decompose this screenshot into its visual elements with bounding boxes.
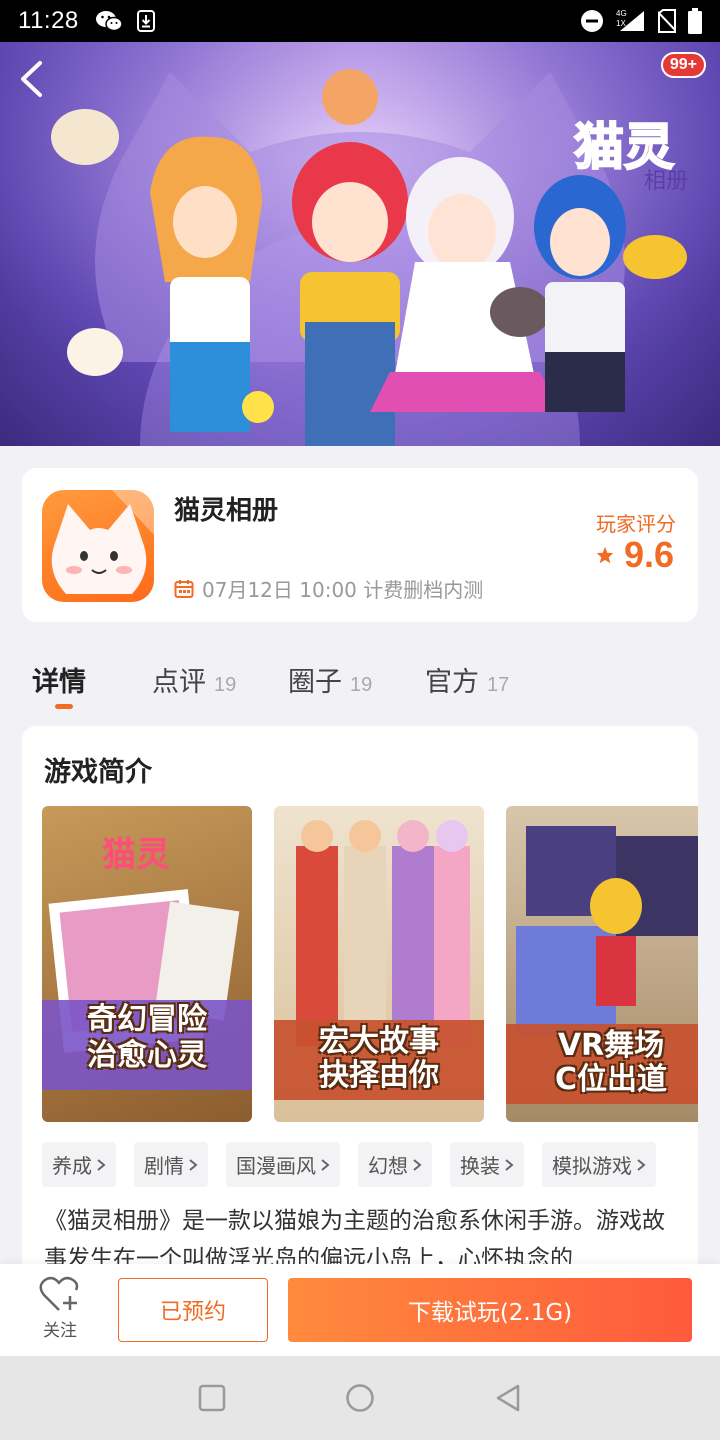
screenshot-caption: VR舞场 bbox=[557, 1028, 665, 1063]
battery-icon bbox=[688, 8, 702, 34]
tab-indicator bbox=[55, 704, 73, 709]
back-arrow-icon bbox=[21, 61, 42, 97]
tab-reviews[interactable]: 点评 19 bbox=[152, 660, 236, 699]
tab-count: 19 bbox=[350, 674, 373, 696]
section-title: 游戏简介 bbox=[44, 757, 152, 788]
detail-tabs: 详情 点评 19 圈子 19 官方 17 bbox=[0, 648, 720, 718]
chevron-right-icon bbox=[505, 1158, 514, 1171]
rating-value: 9.6 bbox=[623, 534, 674, 575]
tab-official[interactable]: 官方 17 bbox=[425, 660, 509, 699]
chevron-right-icon bbox=[413, 1158, 422, 1171]
download-button[interactable]: 下载试玩(2.1G) bbox=[288, 1278, 692, 1342]
tag-label: 养成 bbox=[52, 1154, 92, 1178]
follow-label: 关注 bbox=[43, 1321, 77, 1341]
screenshot-1[interactable]: 猫灵 奇幻冒险 治愈心灵 bbox=[42, 806, 252, 1122]
rating-label: 玩家评分 bbox=[596, 512, 676, 536]
tab-community[interactable]: 圈子 19 bbox=[288, 660, 372, 699]
chevron-right-icon bbox=[189, 1158, 198, 1171]
home-button[interactable] bbox=[344, 1382, 376, 1414]
triangle-back-icon bbox=[496, 1384, 520, 1412]
square-icon bbox=[198, 1384, 226, 1412]
dnd-icon bbox=[580, 9, 604, 33]
hero-banner: 猫灵 相册 99+ bbox=[0, 42, 720, 446]
tab-label: 详情 bbox=[32, 667, 86, 698]
tab-label: 点评 bbox=[152, 667, 206, 698]
status-bar: 11:28 4G 1X bbox=[0, 0, 720, 42]
svg-text:猫灵: 猫灵 bbox=[102, 835, 170, 875]
screenshot-caption: C位出道 bbox=[554, 1062, 668, 1097]
game-title: 猫灵相册 bbox=[174, 496, 279, 526]
tag-item[interactable]: 养成 bbox=[42, 1142, 116, 1187]
screenshot-caption: 宏大故事 bbox=[319, 1024, 439, 1059]
screenshot-caption: 抉择由你 bbox=[319, 1058, 439, 1093]
follow-button[interactable]: 关注 bbox=[30, 1276, 90, 1346]
tag-label: 国漫画风 bbox=[236, 1154, 316, 1178]
tag-item[interactable]: 换装 bbox=[450, 1142, 524, 1187]
test-schedule: 07月12日 10:00 计费删档内测 bbox=[174, 574, 483, 603]
tag-label: 幻想 bbox=[368, 1154, 408, 1178]
tab-details[interactable]: 详情 bbox=[32, 660, 86, 699]
screenshot-2[interactable]: 宏大故事 抉择由你 bbox=[274, 806, 484, 1122]
tag-item[interactable]: 国漫画风 bbox=[226, 1142, 340, 1187]
back-nav-button[interactable] bbox=[492, 1382, 524, 1414]
heart-plus-icon bbox=[39, 1276, 79, 1311]
status-time: 11:28 bbox=[18, 7, 79, 34]
wechat-icon bbox=[95, 9, 123, 33]
tab-label: 圈子 bbox=[288, 667, 342, 698]
no-sim-icon bbox=[658, 9, 676, 33]
screenshot-caption: 奇幻冒险 bbox=[87, 1002, 207, 1037]
tag-label: 模拟游戏 bbox=[552, 1154, 632, 1178]
sim-label: 1X bbox=[616, 19, 626, 28]
chevron-right-icon bbox=[97, 1158, 106, 1171]
notification-badge[interactable]: 99+ bbox=[660, 52, 706, 78]
tab-count: 19 bbox=[214, 674, 237, 696]
logo-text-main: 猫灵 bbox=[574, 118, 674, 176]
rating: 9.6 bbox=[596, 534, 674, 576]
tag-item[interactable]: 模拟游戏 bbox=[542, 1142, 656, 1187]
app-icon bbox=[42, 490, 154, 602]
back-button[interactable] bbox=[18, 60, 62, 104]
star-icon bbox=[596, 546, 614, 564]
tag-item[interactable]: 幻想 bbox=[358, 1142, 432, 1187]
screenshot-3[interactable]: VR舞场 C位出道 bbox=[506, 806, 698, 1122]
chevron-right-icon bbox=[321, 1158, 330, 1171]
circle-icon bbox=[346, 1384, 374, 1412]
chevron-right-icon bbox=[637, 1158, 646, 1171]
tag-list: 养成 剧情 国漫画风 幻想 换装 模拟游戏 bbox=[42, 1142, 656, 1187]
game-info-card: 猫灵相册 07月12日 10:00 计费删档内测 玩家评分 9.6 bbox=[22, 468, 698, 622]
tag-label: 换装 bbox=[460, 1154, 500, 1178]
tag-item[interactable]: 剧情 bbox=[134, 1142, 208, 1187]
download-icon bbox=[136, 10, 155, 32]
screenshot-caption: 治愈心灵 bbox=[87, 1038, 207, 1073]
recent-apps-button[interactable] bbox=[196, 1382, 228, 1414]
logo-text-sub: 相册 bbox=[644, 169, 688, 194]
network-label: 4G bbox=[616, 9, 627, 18]
hero-artwork bbox=[0, 42, 720, 446]
reserved-button[interactable]: 已预约 bbox=[118, 1278, 268, 1342]
tab-count: 17 bbox=[487, 674, 510, 696]
game-logo: 猫灵 相册 bbox=[572, 104, 702, 194]
tab-label: 官方 bbox=[425, 667, 479, 698]
tag-label: 剧情 bbox=[144, 1154, 184, 1178]
signal-icon: 4G 1X bbox=[616, 9, 646, 33]
test-schedule-text: 07月12日 10:00 计费删档内测 bbox=[202, 578, 484, 602]
calendar-icon bbox=[174, 579, 194, 598]
bottom-action-bar: 关注 已预约 下载试玩(2.1G) bbox=[0, 1264, 720, 1356]
system-nav-bar bbox=[0, 1356, 720, 1440]
screenshot-carousel[interactable]: 猫灵 奇幻冒险 治愈心灵 宏大故事 抉择由你 VR舞场 C位出道 bbox=[42, 806, 698, 1122]
